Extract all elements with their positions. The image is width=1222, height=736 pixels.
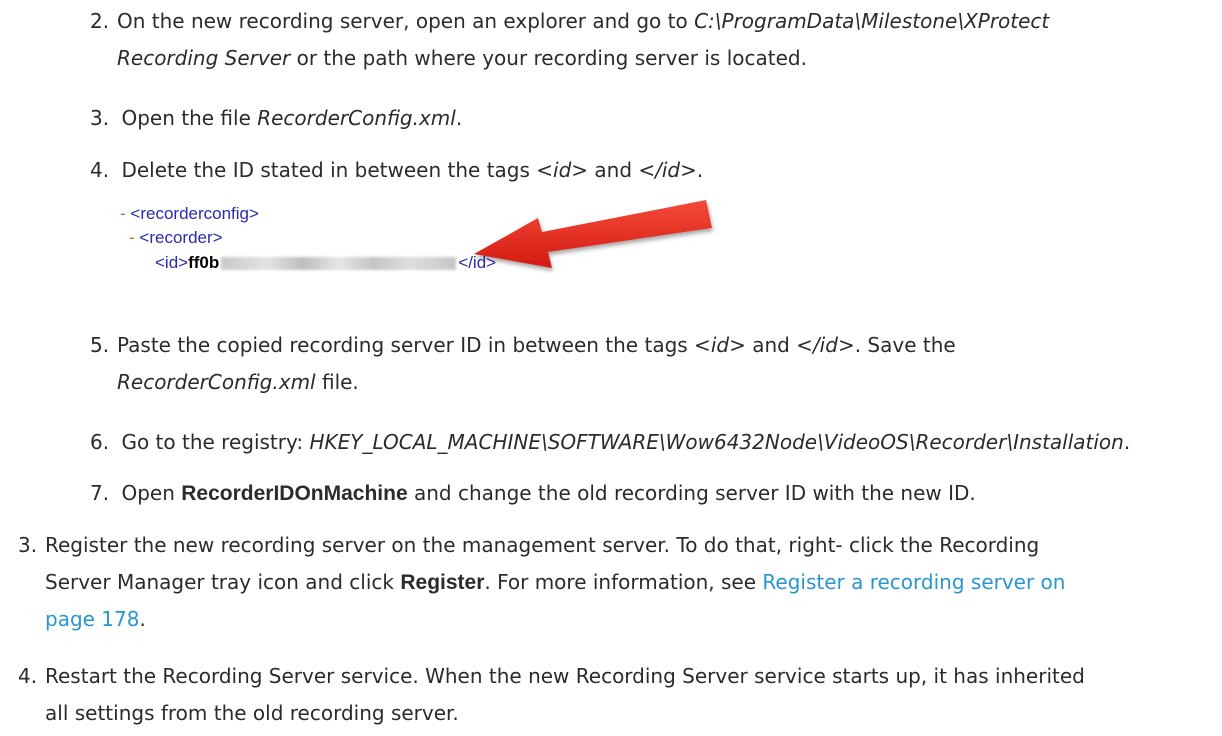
step-number: 3.: [18, 533, 38, 557]
blurred-id: [221, 257, 457, 271]
xml-id-open-tag: <id>: [155, 253, 189, 272]
path-text-cont: Recording Server: [117, 46, 291, 70]
file-name: RecorderConfig.xml: [117, 370, 316, 394]
xml-recorder-tag: <recorder>: [139, 228, 223, 247]
red-arrow-icon: [474, 200, 712, 268]
registry-key: RecorderIDOnMachine: [181, 482, 408, 505]
step-number: 4.: [18, 664, 38, 688]
path-text: C:\ProgramData\Milestone\XProtect: [694, 9, 1050, 33]
registry-path: HKEY_LOCAL_MACHINE\SOFTWARE\Wow6432Node\…: [309, 430, 1124, 454]
xml-id-value: ff0b: [188, 253, 220, 272]
step-3: 3. Open the file RecorderConfig.xml.: [90, 106, 463, 130]
step-number: 4.: [90, 158, 110, 182]
step-number: 6.: [90, 430, 110, 454]
xml-recorderconfig-tag: <recorderconfig>: [130, 204, 259, 223]
file-name: RecorderConfig.xml: [257, 106, 456, 130]
register-label: Register: [400, 571, 485, 594]
page-178-link[interactable]: page 178: [45, 607, 139, 631]
step-number: 7.: [90, 481, 110, 505]
step-number: 5.: [90, 333, 110, 357]
step-6: 6. Go to the registry: HKEY_LOCAL_MACHIN…: [90, 430, 1131, 454]
step-number: 3.: [90, 106, 110, 130]
register-recording-server-link[interactable]: Register a recording server on: [762, 570, 1065, 594]
step-text-cont: Recording Server or the path where your …: [117, 46, 807, 70]
step-4: 4. Delete the ID stated in between the t…: [90, 158, 704, 182]
step-7: 7. Open RecorderIDOnMachine and change t…: [90, 481, 976, 505]
step-text: On the new recording server, open an exp…: [117, 9, 1050, 33]
xml-screenshot: - <recorderconfig> - <recorder> <id>ff0b…: [120, 200, 740, 312]
step-number: 2.: [90, 9, 110, 33]
